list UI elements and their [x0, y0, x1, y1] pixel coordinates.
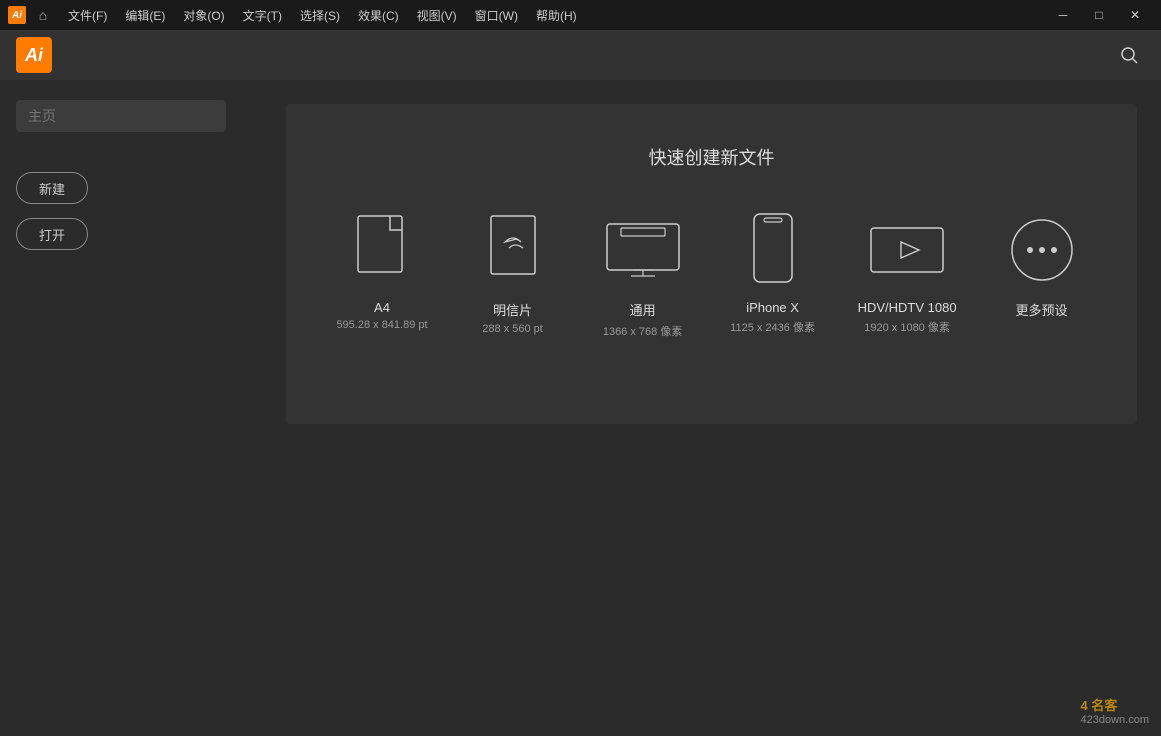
hdtv-dim: 1920 x 1080 像素 — [864, 319, 950, 335]
menu-window[interactable]: 窗口(W) — [467, 5, 526, 26]
template-common[interactable]: 通用 1366 x 768 像素 — [598, 210, 688, 339]
quick-create-panel: 快速创建新文件 A4 595.28 x 841.89 pt — [286, 104, 1137, 424]
home-input[interactable] — [16, 100, 226, 132]
open-button[interactable]: 打开 — [16, 218, 88, 250]
postcard-name: 明信片 — [493, 300, 532, 319]
menu-object[interactable]: 对象(O) — [175, 5, 232, 26]
menu-file[interactable]: 文件(F) — [60, 5, 115, 26]
phone-icon — [733, 210, 813, 290]
menu-view[interactable]: 视图(V) — [409, 5, 465, 26]
main-area: 新建 打开 快速创建新文件 A4 595.28 x 841.89 pt — [0, 80, 1161, 736]
common-dim: 1366 x 768 像素 — [603, 323, 683, 339]
search-button[interactable] — [1113, 39, 1145, 71]
window-controls: ─ □ ✕ — [1045, 0, 1153, 30]
postcard-icon — [473, 210, 553, 290]
watermark: 4 名客 423down.com — [1081, 695, 1150, 726]
sidebar: 新建 打开 — [0, 80, 270, 736]
close-button[interactable]: ✕ — [1117, 0, 1153, 30]
common-name: 通用 — [630, 300, 656, 319]
iphone-name: iPhone X — [746, 300, 799, 315]
menu-edit[interactable]: 编辑(E) — [117, 5, 173, 26]
new-button[interactable]: 新建 — [16, 172, 88, 204]
template-postcard[interactable]: 明信片 288 x 560 pt — [468, 210, 558, 335]
a4-icon — [342, 210, 422, 290]
iphone-dim: 1125 x 2436 像素 — [730, 319, 815, 335]
title-logo-small: Ai — [8, 6, 26, 24]
title-bar-menus: 文件(F) 编辑(E) 对象(O) 文字(T) 选择(S) 效果(C) 视图(V… — [60, 5, 1039, 26]
hdtv-name: HDV/HDTV 1080 — [858, 300, 957, 315]
title-bar: Ai ⌂ 文件(F) 编辑(E) 对象(O) 文字(T) 选择(S) 效果(C)… — [0, 0, 1161, 30]
a4-dim: 595.28 x 841.89 pt — [336, 319, 427, 331]
template-more[interactable]: 更多预设 — [997, 210, 1087, 323]
toolbar-logo: Ai — [16, 37, 52, 73]
template-grid: A4 595.28 x 841.89 pt 明信片 288 x 560 pt — [336, 210, 1087, 339]
a4-name: A4 — [374, 300, 390, 315]
more-icon — [1002, 210, 1082, 290]
monitor-icon — [603, 210, 683, 290]
restore-button[interactable]: □ — [1081, 0, 1117, 30]
postcard-dim: 288 x 560 pt — [482, 323, 543, 335]
more-name: 更多预设 — [1016, 300, 1068, 319]
menu-text[interactable]: 文字(T) — [235, 5, 290, 26]
quick-create-title: 快速创建新文件 — [336, 144, 1087, 170]
template-iphone[interactable]: iPhone X 1125 x 2436 像素 — [728, 210, 818, 335]
template-a4[interactable]: A4 595.28 x 841.89 pt — [336, 210, 427, 331]
menu-select[interactable]: 选择(S) — [292, 5, 348, 26]
video-icon — [867, 210, 947, 290]
home-icon-btn[interactable]: ⌂ — [32, 4, 54, 26]
minimize-button[interactable]: ─ — [1045, 0, 1081, 30]
toolbar: Ai — [0, 30, 1161, 80]
template-hdtv[interactable]: HDV/HDTV 1080 1920 x 1080 像素 — [858, 210, 957, 335]
content-area: 快速创建新文件 A4 595.28 x 841.89 pt — [270, 80, 1161, 736]
menu-help[interactable]: 帮助(H) — [528, 5, 585, 26]
sidebar-buttons: 新建 打开 — [16, 172, 254, 250]
menu-effect[interactable]: 效果(C) — [350, 5, 407, 26]
